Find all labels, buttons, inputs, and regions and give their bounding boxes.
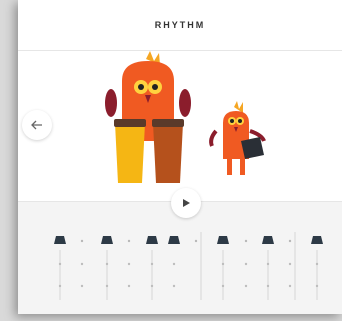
scene-illustration [105,51,266,183]
small-orange-character[interactable] [209,101,266,175]
arrow-left-icon [31,120,42,130]
beat-columns [59,232,318,300]
page-title: RHYTHM [154,20,206,30]
beat-row-dots[interactable] [58,262,319,288]
app-header: RHYTHM [18,0,342,51]
sequencer-grid [18,201,342,314]
beat-grid[interactable] [18,202,342,314]
back-button[interactable] [22,110,52,140]
characters-scene [18,51,342,201]
play-button[interactable] [171,188,201,218]
beat-row-top[interactable] [54,236,323,244]
rhythm-app-card: RHYTHM [18,0,342,314]
play-icon [183,199,190,207]
